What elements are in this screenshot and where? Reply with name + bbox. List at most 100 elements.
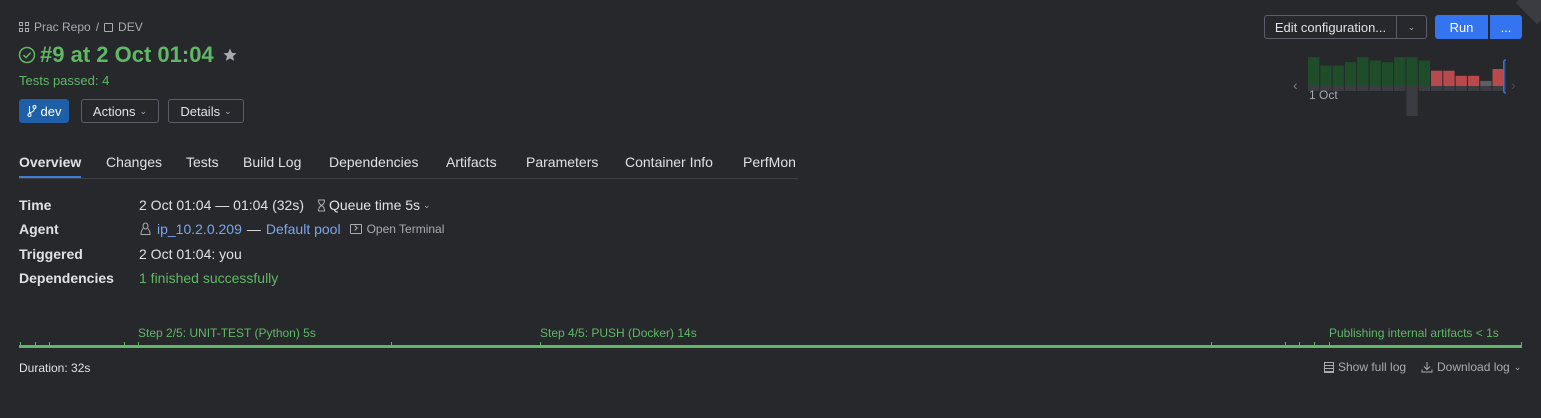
chevron-down-icon: ⌄	[224, 105, 232, 116]
run-button[interactable]: Run	[1435, 15, 1488, 39]
open-terminal-label: Open Terminal	[366, 222, 445, 236]
agent-separator: —	[246, 221, 261, 237]
tab-changes[interactable]: Changes	[106, 154, 162, 170]
history-bar-success[interactable]	[1308, 57, 1320, 86]
history-bar-queue	[1431, 86, 1443, 91]
chevron-down-icon: ⌄	[423, 199, 431, 210]
history-bar-queue	[1394, 86, 1406, 91]
queue-time-toggle[interactable]: Queue time 5s ⌄	[317, 197, 431, 213]
time-value: 2 Oct 01:04 — 01:04 (32s)	[139, 197, 304, 213]
dependencies-label: Dependencies	[19, 270, 114, 286]
dependencies-value-link[interactable]: 1 finished successfully	[139, 270, 278, 286]
time-value-row: 2 Oct 01:04 — 01:04 (32s) Queue time 5s …	[139, 197, 431, 213]
branch-badge[interactable]: dev	[19, 99, 69, 123]
history-bar-queue	[1406, 86, 1418, 116]
agent-value-row: ip_10.2.0.209 — Default pool Open Termin…	[139, 221, 444, 237]
timeline-step-push[interactable]: Step 4/5: PUSH (Docker) 14s	[540, 326, 697, 340]
tab-container-info[interactable]: Container Info	[625, 154, 713, 170]
project-icon	[19, 22, 29, 32]
history-bar-queue	[1492, 86, 1504, 91]
download-icon	[1421, 362, 1433, 373]
download-log-button[interactable]: Download log ⌄	[1421, 360, 1521, 374]
linux-icon	[140, 222, 151, 235]
chevron-down-icon: ⌄	[1407, 21, 1416, 32]
breadcrumb-config[interactable]: DEV	[118, 20, 143, 34]
build-duration: Duration: 32s	[19, 361, 91, 375]
run-options-button[interactable]: ...	[1490, 15, 1522, 39]
branch-name: dev	[40, 103, 62, 119]
history-bar-success[interactable]	[1369, 60, 1381, 87]
history-bar-success[interactable]	[1320, 65, 1332, 86]
build-config-icon	[104, 22, 114, 32]
tab-tests[interactable]: Tests	[186, 154, 219, 170]
show-full-log-label: Show full log	[1338, 360, 1407, 374]
page-title: #9 at 2 Oct 01:04	[40, 42, 214, 67]
history-bar-queue	[1381, 86, 1394, 91]
branch-icon	[27, 105, 37, 117]
download-log-label: Download log	[1437, 360, 1510, 374]
timeline-tick	[124, 342, 125, 348]
triggered-value: 2 Oct 01:04: you	[139, 246, 242, 262]
tab-build-log[interactable]: Build Log	[243, 154, 301, 170]
tab-artifacts[interactable]: Artifacts	[446, 154, 497, 170]
show-full-log-button[interactable]: Show full log	[1324, 360, 1406, 374]
chevron-down-icon: ⌄	[1513, 361, 1522, 372]
timeline-tick	[20, 342, 21, 348]
edit-configuration-button[interactable]: Edit configuration...	[1264, 15, 1397, 39]
history-bar-failed[interactable]	[1443, 70, 1455, 86]
tab-perfmon[interactable]: PerfMon	[743, 154, 796, 170]
tab-overview[interactable]: Overview	[19, 154, 81, 170]
success-check-icon	[18, 46, 36, 64]
timeline-tick	[138, 342, 139, 348]
history-bar-queue	[1467, 86, 1480, 91]
history-bar-success[interactable]	[1344, 62, 1357, 86]
tests-passed-status[interactable]: Tests passed: 4	[19, 73, 109, 88]
edit-configuration-dropdown[interactable]: ⌄	[1397, 15, 1427, 39]
timeline-tick	[540, 342, 541, 348]
hourglass-icon	[317, 199, 325, 211]
history-bar-success[interactable]	[1418, 60, 1430, 87]
history-bar-queue	[1369, 86, 1381, 91]
tab-dependencies[interactable]: Dependencies	[329, 154, 419, 170]
history-bar-failed[interactable]	[1455, 75, 1467, 86]
tab-parameters[interactable]: Parameters	[526, 154, 598, 170]
timeline-tick	[49, 342, 50, 348]
history-bar-success[interactable]	[1394, 57, 1406, 86]
history-bar-success[interactable]	[1504, 62, 1506, 86]
timeline-tick	[1314, 342, 1315, 348]
history-bar-success[interactable]	[1406, 57, 1418, 86]
timeline-tick	[35, 342, 36, 348]
history-bar-neutral[interactable]	[1480, 80, 1492, 86]
timeline-tick	[1521, 342, 1522, 348]
agent-label: Agent	[19, 221, 59, 237]
timeline-tick	[1285, 342, 1286, 348]
history-bar-queue	[1480, 86, 1492, 91]
timeline-step-unit-test[interactable]: Step 2/5: UNIT-TEST (Python) 5s	[138, 326, 316, 340]
build-timeline-bar[interactable]	[19, 345, 1522, 348]
build-history-chart	[1308, 57, 1506, 116]
breadcrumb: Prac Repo / DEV	[19, 20, 143, 34]
agent-pool-link[interactable]: Default pool	[266, 221, 341, 237]
active-tab-indicator	[19, 176, 81, 178]
history-bar-failed[interactable]	[1467, 75, 1480, 86]
history-bar-success[interactable]	[1381, 62, 1394, 86]
history-bar-failed[interactable]	[1431, 70, 1443, 86]
history-bar-success[interactable]	[1332, 65, 1344, 86]
agent-name-link[interactable]: ip_10.2.0.209	[157, 221, 242, 237]
title-row: #9 at 2 Oct 01:04	[18, 42, 238, 68]
details-label: Details	[180, 103, 221, 119]
actions-button[interactable]: Actions ⌄	[81, 99, 159, 123]
history-prev-icon[interactable]: ‹	[1293, 77, 1298, 93]
triggered-label: Triggered	[19, 246, 83, 262]
details-button[interactable]: Details ⌄	[168, 99, 244, 123]
timeline-tick	[1211, 342, 1212, 348]
history-bar-failed[interactable]	[1492, 69, 1504, 86]
open-terminal-button[interactable]: Open Terminal	[349, 222, 445, 236]
star-icon[interactable]	[222, 47, 238, 63]
history-bar-success[interactable]	[1357, 57, 1369, 86]
timeline-step-publishing[interactable]: Publishing internal artifacts < 1s	[1329, 326, 1499, 340]
time-label: Time	[19, 197, 52, 213]
actions-label: Actions	[92, 103, 136, 119]
breadcrumb-project[interactable]: Prac Repo	[34, 20, 91, 34]
history-next-icon[interactable]: ›	[1511, 77, 1516, 93]
